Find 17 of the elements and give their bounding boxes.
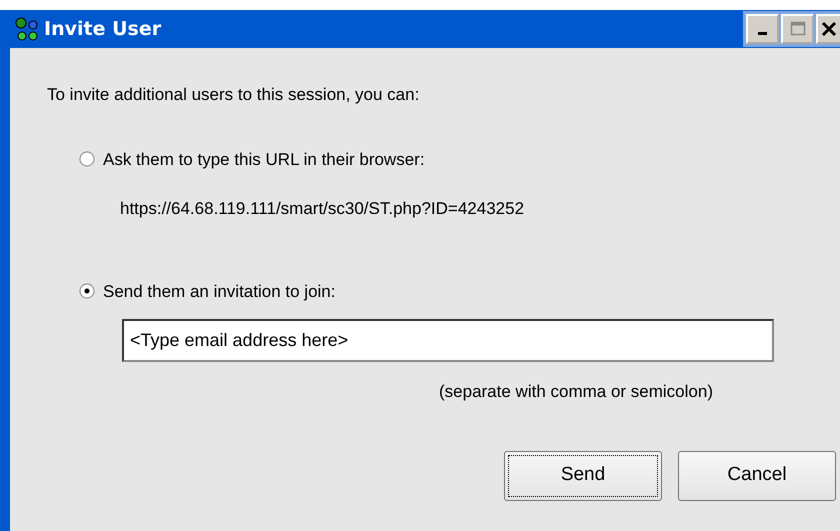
- minimize-button[interactable]: [746, 14, 779, 44]
- intro-text: To invite additional users to this session, you can:: [47, 84, 420, 106]
- radio-label[interactable]: Ask them to type this URL in their browser:: [103, 146, 425, 172]
- radio-button[interactable]: [79, 151, 95, 168]
- hint-text: (separate with comma or semicolon): [439, 381, 713, 403]
- maximize-icon: [790, 21, 806, 37]
- app-icon: [14, 16, 40, 42]
- window-title: Invite User: [44, 16, 162, 42]
- dialog-button[interactable]: Send: [504, 450, 662, 500]
- url-text: https://64.68.119.111/smart/sc30/ST.php?ID=4243252: [120, 198, 526, 220]
- radio-button[interactable]: [79, 283, 95, 300]
- close-button[interactable]: [816, 14, 840, 44]
- email-field[interactable]: <Type email address here>: [122, 319, 774, 362]
- close-icon: [821, 21, 837, 37]
- dialog-button[interactable]: Cancel: [678, 450, 836, 500]
- minimize-icon: [758, 32, 767, 34]
- radio-label[interactable]: Send them an invitation to join:: [103, 278, 336, 304]
